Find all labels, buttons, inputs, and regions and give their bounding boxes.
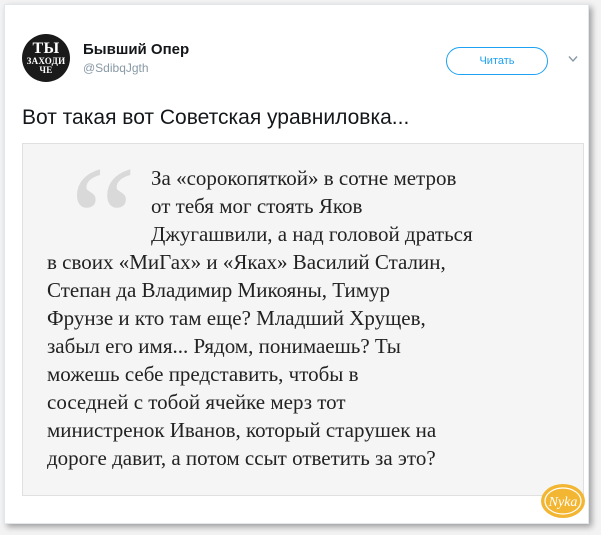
quote-image: “ За «сорокопяткой» в сотне метров от теб… <box>22 143 584 496</box>
quote-line: За «сорокопяткой» в сотне метров <box>151 166 457 190</box>
tweet-card: ТЫ ЗАХОДИ ЧЕ Бывший Опер @SdibqJgth Чита… <box>4 4 589 524</box>
avatar[interactable]: ТЫ ЗАХОДИ ЧЕ <box>22 34 70 82</box>
quote-line: можешь себе представить, чтобы в <box>47 362 359 386</box>
tweet-text: Вот такая вот Советская уравниловка... <box>22 106 410 129</box>
user-handle[interactable]: @SdibqJgth <box>83 61 149 75</box>
quote-line: Фрунзе и кто там еще? Младший Хрущев, <box>47 306 426 330</box>
chevron-down-icon[interactable] <box>568 55 578 63</box>
svg-text:Nyka: Nyka <box>548 495 578 510</box>
quote-line: дороге давит, а потом ссыт ответить за э… <box>47 446 436 470</box>
avatar-text-big: ТЫ <box>32 40 60 57</box>
quote-line: от тебя мог стоять Яков <box>151 194 363 218</box>
quote-line: в своих «МиГах» и «Яках» Василий Сталин, <box>47 250 446 274</box>
quote-line: забыл его имя... Рядом, понимаешь? Ты <box>47 334 401 358</box>
follow-button[interactable]: Читать <box>446 47 548 75</box>
avatar-image: ТЫ ЗАХОДИ ЧЕ <box>22 41 70 75</box>
watermark-logo: Nyka <box>541 484 585 518</box>
avatar-text-small: ЗАХОДИ ЧЕ <box>26 56 66 75</box>
quote-line: Джугашвили, а над головой драться <box>151 222 473 246</box>
display-name[interactable]: Бывший Опер <box>83 41 189 58</box>
quote-line: соседней с тобой ячейке мерз тот <box>47 390 346 414</box>
quote-line: Степан да Владимир Микояны, Тимур <box>47 278 391 302</box>
quote-line: министренок Иванов, который старушек на <box>47 418 437 442</box>
